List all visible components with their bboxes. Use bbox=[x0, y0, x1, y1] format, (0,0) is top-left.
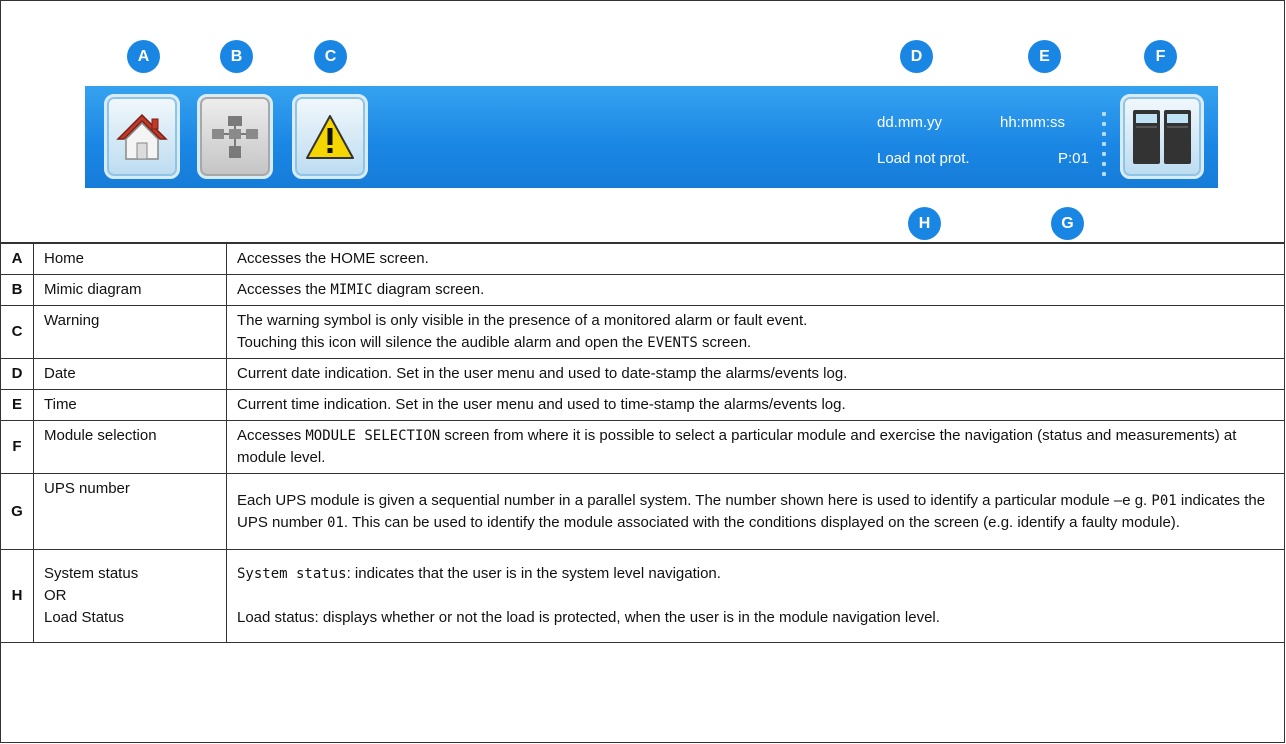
callout-badge-c: C bbox=[314, 40, 347, 73]
row-label: Mimic diagram bbox=[33, 274, 227, 306]
row-description: The warning symbol is only visible in th… bbox=[226, 305, 1285, 359]
callout-badge-g: G bbox=[1051, 207, 1084, 240]
row-key: H bbox=[0, 549, 34, 643]
table-row: B Mimic diagram Accesses the MIMIC diagr… bbox=[0, 274, 1285, 306]
date-display: dd.mm.yy bbox=[877, 114, 943, 131]
callout-badge-d: D bbox=[900, 40, 933, 73]
module-selection-button[interactable] bbox=[1120, 94, 1204, 179]
desc-text: screen. bbox=[697, 334, 752, 351]
row-key: E bbox=[0, 389, 34, 421]
callout-badge-f: F bbox=[1144, 40, 1177, 73]
label-line: Load Status bbox=[44, 609, 125, 626]
mimic-diagram-button[interactable] bbox=[197, 94, 273, 179]
table-row: H System status OR Load Status System stat… bbox=[0, 549, 1285, 643]
desc-text: . This can be used to identify the modul… bbox=[343, 513, 1180, 531]
time-display: hh:mm:ss bbox=[1000, 114, 1066, 131]
desc-code: MODULE SELECTION bbox=[305, 428, 441, 444]
table-row: E Time Current time indication. Set in t… bbox=[0, 389, 1285, 421]
warning-icon bbox=[306, 114, 354, 159]
module-selection-icon bbox=[1133, 109, 1191, 164]
row-description: Accesses MODULE SELECTION screen from wh… bbox=[226, 420, 1285, 474]
mimic-diagram-icon bbox=[212, 115, 258, 158]
callout-badge-a: A bbox=[127, 40, 160, 73]
table-row: G UPS number Each UPS module is given a … bbox=[0, 473, 1285, 550]
legend-table: A Home Accesses the HOME screen. B Mimic… bbox=[0, 243, 1285, 643]
row-key: B bbox=[0, 274, 34, 306]
row-label: Date bbox=[33, 358, 227, 390]
desc-text: The warning symbol is only visible in th… bbox=[237, 312, 808, 329]
row-key: A bbox=[0, 243, 34, 275]
row-description: Current date indication. Set in the user… bbox=[226, 358, 1285, 390]
row-label: Home bbox=[33, 243, 227, 275]
table-row: D Date Current date indication. Set in t… bbox=[0, 358, 1285, 390]
desc-text: Accesses bbox=[237, 427, 306, 444]
desc-code: MIMIC bbox=[330, 282, 373, 298]
desc-text: : indicates that the user is in the syst… bbox=[346, 565, 721, 582]
row-key: G bbox=[0, 473, 34, 550]
callout-badge-h: H bbox=[908, 207, 941, 240]
table-row: A Home Accesses the HOME screen. bbox=[0, 243, 1285, 275]
row-description: Accesses the HOME screen. bbox=[226, 243, 1285, 275]
row-description: Accesses the MIMIC diagram screen. bbox=[226, 274, 1285, 306]
desc-text: Each UPS module is given a sequential nu… bbox=[237, 491, 1152, 509]
row-label: Time bbox=[33, 389, 227, 421]
row-key: D bbox=[0, 358, 34, 390]
status-bar-figure: A B C D E F H G dd.mm.yy hh:mm:ss Load n… bbox=[0, 0, 1285, 243]
row-label: Warning bbox=[33, 305, 227, 359]
desc-text: Accesses the bbox=[237, 281, 331, 298]
home-icon bbox=[116, 113, 168, 160]
ups-number-display: P:01 bbox=[1058, 150, 1089, 167]
callout-badge-e: E bbox=[1028, 40, 1061, 73]
desc-text: Load status: displays whether or not the… bbox=[237, 609, 940, 626]
table-row: F Module selection Accesses MODULE SELEC… bbox=[0, 420, 1285, 474]
row-description: System status: indicates that the user i… bbox=[226, 549, 1285, 643]
callout-badge-b: B bbox=[220, 40, 253, 73]
row-label: Module selection bbox=[33, 420, 227, 474]
desc-code: EVENTS bbox=[647, 335, 698, 351]
table-row: C Warning The warning symbol is only vis… bbox=[0, 305, 1285, 359]
row-label: UPS number bbox=[33, 473, 227, 550]
home-button[interactable] bbox=[104, 94, 180, 179]
row-description: Each UPS module is given a sequential nu… bbox=[226, 473, 1285, 550]
row-key: F bbox=[0, 420, 34, 474]
desc-text: diagram screen. bbox=[372, 281, 485, 298]
load-status-display: Load not prot. bbox=[877, 150, 970, 167]
row-description: Current time indication. Set in the user… bbox=[226, 389, 1285, 421]
desc-code: P01 bbox=[1151, 492, 1177, 509]
warning-button[interactable] bbox=[292, 94, 368, 179]
desc-text: Touching this icon will silence the audi… bbox=[237, 334, 648, 351]
label-line: OR bbox=[44, 587, 67, 604]
separator-dots bbox=[1102, 112, 1106, 182]
desc-code: System status bbox=[237, 566, 347, 582]
row-label: System status OR Load Status bbox=[33, 549, 227, 643]
label-line: System status bbox=[44, 565, 139, 582]
row-key: C bbox=[0, 305, 34, 359]
desc-code: 01 bbox=[327, 514, 344, 531]
